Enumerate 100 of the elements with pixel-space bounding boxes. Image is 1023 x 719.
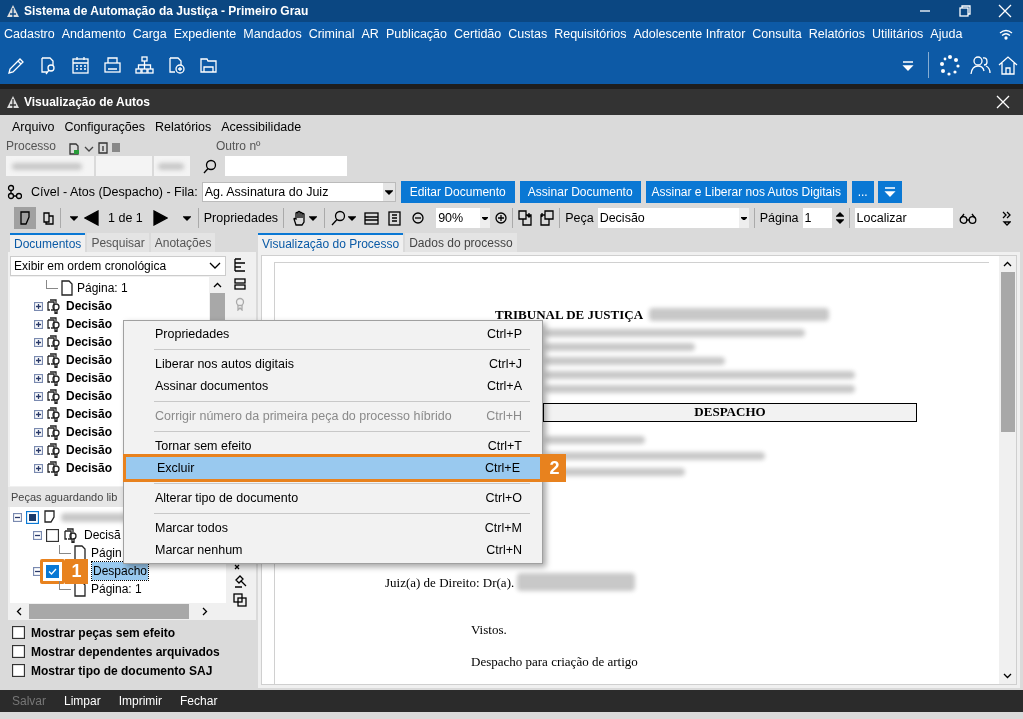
document-add-icon[interactable] (166, 54, 187, 76)
menu-item[interactable]: Relatórios (155, 118, 212, 137)
checkbox[interactable] (26, 510, 39, 524)
checkbox-label[interactable]: Mostrar peças sem efeito (31, 623, 176, 642)
expand-icon[interactable] (34, 427, 43, 437)
tab[interactable]: Visualização do Processo (258, 233, 404, 252)
collapse-icon[interactable] (33, 566, 42, 576)
tree-item[interactable]: Despacho (92, 562, 149, 580)
action-button[interactable]: Editar Documento (400, 181, 515, 203)
collapse-icon[interactable] (33, 530, 42, 540)
menu-item[interactable]: Liberar nos autos digitais Ctrl+J (124, 353, 542, 375)
menu-item[interactable]: Cadastro (4, 24, 55, 44)
tree-item[interactable]: Págin (90, 544, 123, 562)
previous-icon[interactable] (84, 210, 99, 226)
menu-item[interactable]: Andamento (61, 24, 126, 44)
footer-button[interactable]: Limpar (64, 692, 101, 710)
close-icon[interactable] (997, 3, 1013, 19)
menu-item[interactable]: Acessibilidade (221, 118, 302, 137)
checkbox[interactable] (12, 645, 25, 658)
page-field[interactable]: 1 (802, 208, 832, 228)
close-icon[interactable] (995, 94, 1011, 110)
list-view-icon[interactable] (233, 277, 247, 292)
caret-down-icon[interactable] (348, 215, 357, 221)
expand-icon[interactable] (34, 463, 43, 473)
tree-item[interactable]: Decisão (66, 387, 113, 405)
tree-item[interactable]: Decisão (66, 351, 113, 369)
footer-button[interactable]: Imprimir (118, 692, 163, 710)
find-field[interactable]: Localizar (854, 208, 953, 228)
page-extract-icon[interactable] (539, 210, 555, 226)
chevron-up-icon[interactable] (1003, 261, 1012, 267)
process-number-field[interactable] (96, 156, 152, 176)
menu-item[interactable]: Certidão (454, 24, 502, 44)
scrollbar-thumb[interactable] (29, 604, 189, 619)
footer-button[interactable]: Fechar (180, 692, 218, 710)
menu-item[interactable]: Configurações (64, 118, 145, 137)
overflow-icon[interactable] (1001, 210, 1011, 226)
tree-view-icon[interactable] (233, 258, 247, 273)
hierarchy-icon[interactable] (134, 54, 155, 76)
checkbox[interactable] (46, 564, 59, 578)
tab[interactable]: Documentos (10, 233, 86, 252)
tab[interactable]: Pesquisar (87, 233, 149, 252)
menu-item[interactable]: Marcar todos Ctrl+M (124, 517, 542, 539)
checkbox-label[interactable]: Mostrar tipo de documento SAJ (31, 661, 213, 680)
info-icon[interactable] (97, 141, 110, 155)
binoculars-icon[interactable] (958, 211, 977, 225)
zoom-out-icon[interactable] (412, 212, 425, 224)
next-icon[interactable] (152, 210, 168, 226)
tree-item[interactable]: Decisão (66, 459, 113, 477)
scrollbar-thumb[interactable] (1000, 272, 1015, 432)
chevron-left-icon[interactable] (16, 607, 23, 616)
menu-item[interactable]: Propriedades Ctrl+P (124, 323, 542, 345)
caret-down-icon[interactable] (182, 215, 191, 221)
menu-item[interactable]: Relatórios (808, 24, 865, 44)
chevron-up-icon[interactable] (213, 282, 222, 288)
page-insert-icon[interactable] (518, 210, 534, 226)
tree-item[interactable]: Página: 1 (90, 580, 143, 598)
checkbox[interactable] (46, 528, 59, 542)
order-dropdown[interactable]: Exibir em ordem cronológica (10, 256, 226, 276)
menu-item[interactable]: Ajuda (930, 24, 963, 44)
zoom-in-icon[interactable] (495, 212, 508, 224)
expand-icon[interactable] (34, 409, 43, 419)
menu-item[interactable]: AR (361, 24, 379, 44)
tree-item[interactable]: Página: 1 (77, 279, 128, 297)
menu-item[interactable]: Tornar sem efeito Ctrl+T (124, 435, 542, 457)
tree-item[interactable]: Decisão (66, 441, 113, 459)
fit-page-icon[interactable] (387, 210, 403, 226)
expand-icon[interactable] (34, 355, 43, 365)
tree-item[interactable]: Decisão (66, 369, 113, 387)
properties-button[interactable]: Propriedades (203, 208, 279, 228)
tree-item[interactable]: Decisã (83, 526, 122, 544)
tree-item[interactable]: Decisão (66, 315, 113, 333)
menu-item[interactable]: Consulta (752, 24, 802, 44)
collapse-icon[interactable] (13, 512, 22, 522)
users-icon[interactable] (969, 54, 991, 76)
tree-item[interactable]: Decisão (66, 297, 113, 315)
zoom-icon[interactable] (330, 210, 347, 226)
chevron-down-icon[interactable] (1003, 673, 1012, 679)
document-lock-icon[interactable] (68, 141, 81, 155)
expand-icon[interactable] (34, 391, 43, 401)
fit-width-icon[interactable] (364, 210, 380, 226)
tree-item[interactable]: Decisão (66, 405, 113, 423)
tab[interactable]: Dados do processo (405, 233, 517, 252)
action-button[interactable]: Assinar e Liberar nos Autos Digitais (645, 181, 847, 203)
gavel-icon[interactable] (233, 574, 247, 589)
home-icon[interactable] (997, 54, 1019, 76)
action-button[interactable]: Assinar Documento (519, 181, 641, 203)
expand-icon[interactable] (34, 445, 43, 455)
expand-icon[interactable] (34, 319, 43, 329)
menu-item[interactable]: Requisitórios (554, 24, 627, 44)
printer-icon[interactable] (102, 54, 123, 76)
other-number-field[interactable] (225, 156, 347, 176)
action-button[interactable]: ... (851, 181, 874, 203)
menu-item[interactable]: Custas (508, 24, 548, 44)
process-number-field[interactable] (6, 156, 94, 176)
copy-icon[interactable] (233, 593, 247, 608)
menu-item[interactable]: Arquivo (12, 118, 55, 137)
tree-item[interactable]: Decisão (66, 333, 113, 351)
filter-button[interactable] (877, 181, 902, 203)
expand-icon[interactable] (34, 373, 43, 383)
pages-icon[interactable] (42, 211, 55, 225)
